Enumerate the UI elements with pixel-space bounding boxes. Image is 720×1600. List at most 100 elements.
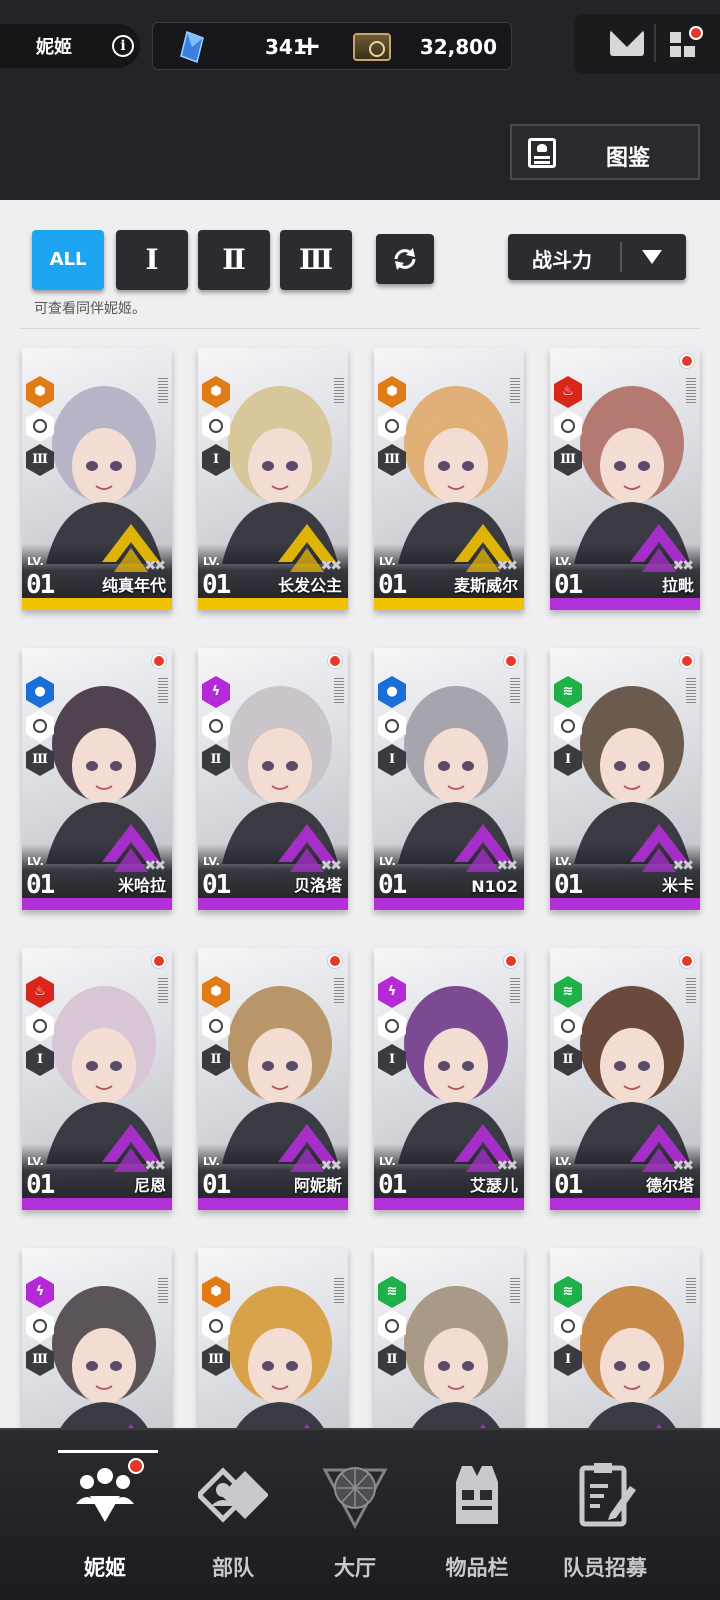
nikke-card[interactable]: ✖✖ LV. 01 德尔塔 ≋ Ⅱ [550,948,700,1210]
credit-count: 32,800 [419,35,497,59]
nav-item-recruit[interactable]: 队员招募 [540,1430,670,1580]
barcode [158,1278,168,1304]
new-badge-dot [152,954,166,968]
nav-item-lobby[interactable]: 大厅 [290,1430,420,1580]
nav-item-inventory[interactable]: 物品栏 [412,1430,542,1580]
barcode [510,678,520,704]
barcode [686,978,696,1004]
level-value: 01 [26,1170,55,1200]
barcode [334,1278,344,1304]
barcode [686,678,696,704]
level-label: LV. [555,1155,572,1168]
level-value: 01 [26,870,55,900]
level-value: 01 [554,1170,583,1200]
mail-icon[interactable] [610,30,644,56]
squad-icon [198,1467,268,1523]
refresh-button[interactable] [376,234,434,284]
nav-item-squad[interactable]: 部队 [168,1430,298,1580]
nikke-card[interactable]: ✖✖ϟⅢ [22,1248,172,1428]
rank-emblem-icon [127,1424,135,1428]
new-badge-dot [680,954,694,968]
barcode [334,678,344,704]
nikke-card[interactable]: ✖✖ LV. 01 拉毗 ♨ Ⅲ [550,348,700,610]
level-label: LV. [27,555,44,568]
level-value: 01 [202,1170,231,1200]
nikke-card[interactable]: ✖✖⬢Ⅲ [198,1248,348,1428]
nikke-card[interactable]: ✖✖ LV. 01 艾瑟儿 ϟ Ⅰ [374,948,524,1210]
inventory-vest-icon [456,1466,498,1524]
character-portrait [228,1286,332,1428]
barcode [686,378,696,404]
level-value: 01 [202,570,231,600]
barcode [158,978,168,1004]
level-label: LV. [379,555,396,568]
nikke-card[interactable]: ✖✖ LV. 01 贝洛塔 ϟ Ⅱ [198,648,348,910]
sort-label: 战斗力 [532,248,592,272]
barcode [334,378,344,404]
level-label: LV. [555,855,572,868]
divider [20,328,700,329]
barcode [686,1278,696,1304]
filter-burst-1-button[interactable]: Ⅰ [116,230,188,290]
filter-burst-2-button[interactable]: Ⅱ [198,230,270,290]
character-name: 德尔塔 [645,1176,694,1195]
character-name: 麦斯威尔 [453,576,518,595]
codex-label: 图鉴 [606,146,651,171]
level-label: LV. [203,855,220,868]
add-gem-button[interactable]: + [298,29,321,62]
character-name: 贝洛塔 [293,876,342,895]
character-name: 拉毗 [661,576,694,595]
nikke-card[interactable]: ✖✖ LV. 01 阿妮斯 ⬢ Ⅱ [198,948,348,1210]
nav-label: 队员招募 [563,1556,647,1580]
divider [654,24,656,62]
notification-dot [128,1458,144,1474]
level-value: 01 [554,570,583,600]
user-name: 妮姬 [36,37,72,58]
nikke-card[interactable]: ✖✖ LV. 01 麦斯威尔 ⬢ Ⅲ [374,348,524,610]
filter-burst-3-button[interactable]: Ⅲ [280,230,352,290]
rank-emblem-icon [479,1424,487,1428]
level-value: 01 [378,870,407,900]
barcode [158,378,168,404]
nikke-card[interactable]: ✖✖≋Ⅰ [550,1248,700,1428]
barcode [510,378,520,404]
new-badge-dot [152,654,166,668]
gem-icon [180,31,204,63]
notification-dot [689,26,703,40]
credit-icon [353,33,391,61]
filter-all-button[interactable]: ALL [32,230,104,290]
chevron-down-icon [642,250,662,264]
info-icon[interactable]: i [112,35,134,57]
nikke-card[interactable]: ✖✖ LV. 01 N102 ● Ⅰ [374,648,524,910]
lobby-icon [322,1467,388,1530]
codex-button[interactable]: 图鉴 [510,124,700,180]
hint-text: 可查看同伴妮姬。 [34,301,146,317]
recruit-clipboard-icon [579,1463,636,1527]
level-value: 01 [202,870,231,900]
nav-item-nikke[interactable]: 妮姬 [40,1430,170,1580]
new-badge-dot [328,954,342,968]
new-badge-dot [328,654,342,668]
nikke-card[interactable]: ✖✖ LV. 01 长发公主 ⬢ Ⅰ [198,348,348,610]
nikke-card[interactable]: ✖✖ LV. 01 纯真年代 ⬢ Ⅲ [22,348,172,610]
level-label: LV. [203,1155,220,1168]
character-name: 尼恩 [133,1176,166,1195]
nikke-card[interactable]: ✖✖ LV. 01 米卡 ≋ Ⅰ [550,648,700,910]
refresh-icon [394,248,416,270]
currency-bar: 341 + 32,800 [152,22,512,70]
new-badge-dot [504,954,518,968]
level-label: LV. [27,855,44,868]
nikke-card[interactable]: ✖✖ LV. 01 尼恩 ♨ Ⅰ [22,948,172,1210]
nikke-card[interactable]: ✖✖≋Ⅱ [374,1248,524,1428]
sort-dropdown[interactable]: 战斗力 [508,234,686,280]
character-portrait [580,1286,684,1428]
character-portrait [52,1286,156,1428]
level-value: 01 [554,870,583,900]
top-bar: 妮姬 i 341 + 32,800 图鉴 [0,0,720,200]
filter-row: ALL Ⅰ Ⅱ Ⅲ 战斗力 [32,230,692,292]
nikke-card[interactable]: ✖✖ LV. 01 米哈拉 ● Ⅲ [22,648,172,910]
bottom-nav: 妮姬 部队 大厅 物品栏 队员招募 [0,1428,720,1600]
new-badge-dot [680,354,694,368]
level-value: 01 [26,570,55,600]
nav-label: 大厅 [334,1556,376,1580]
